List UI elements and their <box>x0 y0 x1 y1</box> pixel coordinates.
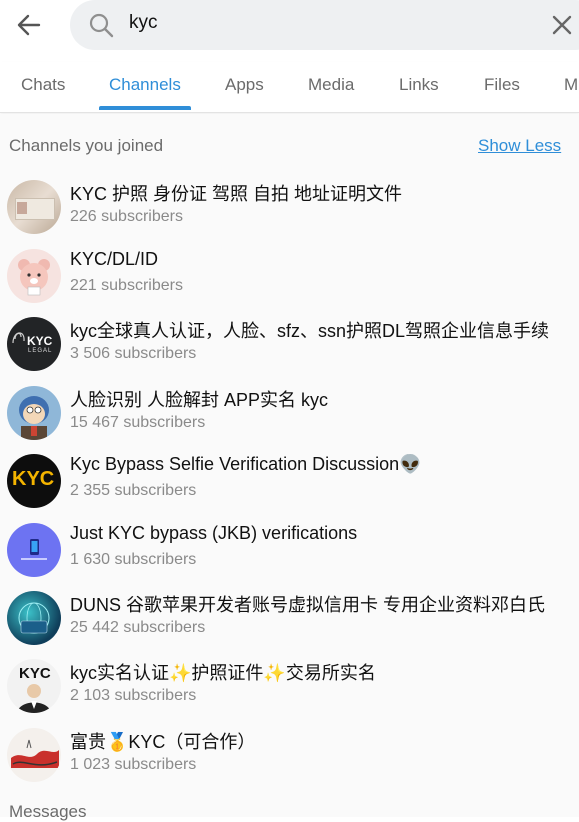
subscriber-count: 226 subscribers <box>70 208 183 225</box>
subscriber-count: 2 103 subscribers <box>70 687 197 704</box>
tab-channels[interactable]: Channels <box>109 75 181 95</box>
avatar: KYC <box>7 659 61 713</box>
avatar <box>7 728 61 782</box>
channel-title: Just KYC bypass (JKB) verifications <box>70 523 358 543</box>
channel-title: kyc实名认证✨护照证件✨交易所实名 <box>70 663 376 683</box>
tab-more[interactable]: M <box>564 75 578 95</box>
subscriber-count: 221 subscribers <box>70 277 183 294</box>
globe-icon <box>18 602 50 634</box>
section-title: Channels you joined <box>9 136 164 155</box>
avatar: KYC <box>7 454 61 508</box>
subscriber-count: 1 630 subscribers <box>70 551 197 568</box>
close-icon[interactable] <box>550 13 574 37</box>
avatar-logo-text: KYC <box>27 334 53 348</box>
subscriber-count: 15 467 subscribers <box>70 414 206 431</box>
subscriber-count: 3 506 subscribers <box>70 345 197 362</box>
avatar: KYC LEGAL <box>7 317 61 371</box>
person-icon <box>17 684 51 713</box>
channel-title: DUNS 谷歌苹果开发者账号虚拟信用卡 专用企业资料邓白氏 <box>70 595 546 615</box>
list-item[interactable]: KYC 护照 身份证 驾照 自拍 地址证明文件 226 subscribers <box>0 176 579 244</box>
channel-title: kyc全球真人认证，人脸、sfz、ssn护照DL驾照企业信息手续 <box>70 321 550 341</box>
list-item[interactable]: DUNS 谷歌苹果开发者账号虚拟信用卡 专用企业资料邓白氏 25 442 sub… <box>0 587 579 655</box>
channel-title: KYC 护照 身份证 驾照 自拍 地址证明文件 <box>70 184 403 204</box>
channel-title: 富贵🥇KYC（可合作） <box>70 732 256 752</box>
avatar <box>7 591 61 645</box>
show-less-link[interactable]: Show Less <box>478 136 561 156</box>
painting-icon <box>11 739 59 768</box>
arrow-left-icon <box>17 14 41 36</box>
tab-apps[interactable]: Apps <box>225 75 264 95</box>
list-item[interactable]: KYC kyc实名认证✨护照证件✨交易所实名 2 103 subscribers <box>0 655 579 723</box>
search-bar <box>70 0 579 50</box>
search-input[interactable] <box>129 12 509 34</box>
list-item[interactable]: 富贵🥇KYC（可合作） 1 023 subscribers <box>0 724 579 792</box>
avatar <box>7 523 61 577</box>
avatar <box>7 249 61 303</box>
bear-icon <box>18 259 50 296</box>
channel-title: KYC/DL/ID <box>70 249 159 269</box>
tab-media[interactable]: Media <box>308 75 354 95</box>
phone-icon <box>21 539 47 560</box>
tab-files[interactable]: Files <box>484 75 520 95</box>
back-button[interactable] <box>10 6 48 44</box>
subscriber-count: 25 442 subscribers <box>70 619 206 636</box>
avatar <box>7 386 61 440</box>
avatar-logo-subtext: LEGAL <box>28 348 53 354</box>
active-tab-indicator <box>99 106 191 110</box>
list-item[interactable]: Just KYC bypass (JKB) verifications 1 63… <box>0 519 579 587</box>
list-item[interactable]: 人脸识别 人脸解封 APP实名 kyc 15 467 subscribers <box>0 382 579 450</box>
tab-chats[interactable]: Chats <box>21 75 65 95</box>
list-item[interactable]: KYC Kyc Bypass Selfie Verification Discu… <box>0 450 579 518</box>
messages-section-title: Messages <box>9 802 87 821</box>
search-icon <box>89 13 114 38</box>
channel-title: 人脸识别 人脸解封 APP实名 kyc <box>70 390 329 410</box>
tab-links[interactable]: Links <box>399 75 439 95</box>
list-item[interactable]: KYC LEGAL kyc全球真人认证，人脸、sfz、ssn护照DL驾照企业信息… <box>0 313 579 381</box>
avatar-logo-text: KYC <box>12 468 55 490</box>
search-tabs: Chats Channels Apps Media Links Files M <box>0 62 579 113</box>
avatar <box>7 180 61 234</box>
list-item[interactable]: KYC/DL/ID 221 subscribers <box>0 245 579 313</box>
cartoon-character-icon <box>19 396 49 440</box>
subscriber-count: 2 355 subscribers <box>70 482 197 499</box>
channel-title: Kyc Bypass Selfie Verification Discussio… <box>70 454 422 474</box>
subscriber-count: 1 023 subscribers <box>70 756 197 773</box>
top-bar <box>0 0 579 50</box>
